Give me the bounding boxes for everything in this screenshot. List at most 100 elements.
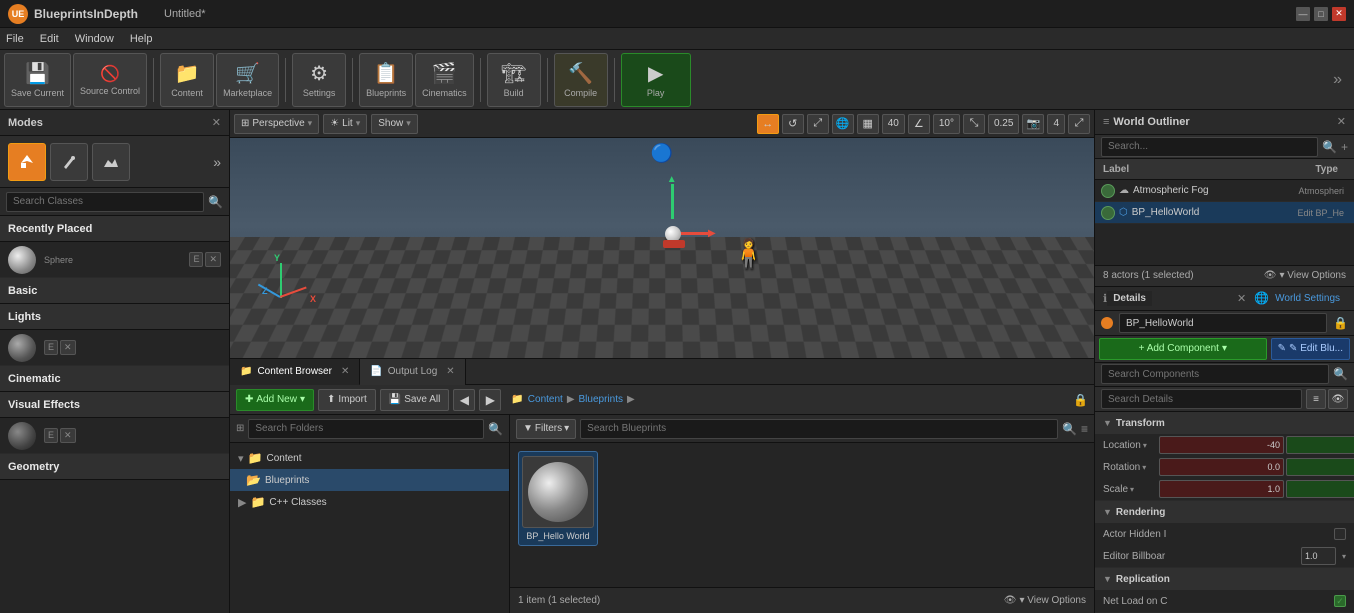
object-name-input[interactable] bbox=[1119, 313, 1327, 333]
breadcrumb-content[interactable]: Content bbox=[528, 394, 563, 405]
snap-angle-value[interactable]: 10° bbox=[933, 114, 960, 134]
build-button[interactable]: 🏗 Build bbox=[487, 53, 541, 107]
lights-item[interactable]: E ✕ bbox=[0, 330, 229, 366]
search-classes-input[interactable] bbox=[6, 192, 204, 212]
landscape-mode-icon[interactable] bbox=[92, 143, 130, 181]
content-button[interactable]: 📁 Content bbox=[160, 53, 214, 107]
menu-edit[interactable]: Edit bbox=[40, 33, 59, 45]
maximize-button[interactable]: □ bbox=[1314, 7, 1328, 21]
source-control-button[interactable]: 🚫 Source Control bbox=[73, 53, 147, 107]
editor-billboard-input[interactable] bbox=[1301, 547, 1336, 565]
menu-help[interactable]: Help bbox=[130, 33, 153, 45]
toolbar-more-button[interactable]: » bbox=[1333, 71, 1350, 89]
location-y-input[interactable] bbox=[1286, 436, 1354, 454]
rotation-x-input[interactable] bbox=[1159, 458, 1284, 476]
edit-blueprint-button[interactable]: ✎ ✎ Edit Blu... bbox=[1271, 338, 1350, 360]
paint-mode-icon[interactable] bbox=[50, 143, 88, 181]
snap-value[interactable]: 40 bbox=[882, 114, 905, 134]
assets-view-toggle[interactable]: ≡ bbox=[1081, 422, 1088, 436]
folder-content[interactable]: ▾ 📁 Content bbox=[230, 447, 509, 469]
content-browser-close-icon[interactable]: ✕ bbox=[341, 366, 349, 377]
cinematics-button[interactable]: 🎬 Cinematics bbox=[415, 53, 474, 107]
section-cinematic[interactable]: Cinematic bbox=[0, 366, 229, 392]
mannequin-actor[interactable]: 🧍 bbox=[731, 237, 766, 270]
section-recently-placed[interactable]: Recently Placed bbox=[0, 216, 229, 242]
add-component-button[interactable]: + Add Component ▾ bbox=[1099, 338, 1267, 360]
search-details-input[interactable] bbox=[1101, 389, 1302, 409]
visual-effects-item[interactable]: E ✕ bbox=[0, 418, 229, 454]
search-components-input[interactable] bbox=[1101, 364, 1329, 384]
modes-item-sphere[interactable]: Sphere E ✕ bbox=[0, 242, 229, 278]
outliner-item-atmospheric-fog[interactable]: ☁ Atmospheric Fog Atmospheri bbox=[1095, 180, 1354, 202]
vfx-eye-btn[interactable]: E bbox=[44, 428, 58, 443]
sphere-eye-btn[interactable]: E bbox=[189, 252, 203, 267]
transform-section-header[interactable]: ▼ Transform bbox=[1095, 412, 1354, 434]
details-list-view-button[interactable]: ≡ bbox=[1306, 389, 1326, 409]
actor-hidden-checkbox[interactable] bbox=[1334, 528, 1346, 540]
section-lights[interactable]: Lights bbox=[0, 304, 229, 330]
details-close-icon[interactable]: ✕ bbox=[1237, 292, 1246, 305]
add-new-button[interactable]: ✚ Add New ▾ bbox=[236, 389, 314, 411]
play-button[interactable]: ▶ Play bbox=[621, 53, 691, 107]
outliner-item-bp-hello-world[interactable]: ⬡ BP_HelloWorld Edit BP_He bbox=[1095, 202, 1354, 224]
details-lock-icon[interactable]: 🔒 bbox=[1333, 316, 1348, 330]
coord-space-toggle[interactable]: 🌐 bbox=[832, 114, 854, 134]
breadcrumb-blueprints[interactable]: Blueprints bbox=[579, 394, 623, 405]
section-basic[interactable]: Basic bbox=[0, 278, 229, 304]
search-blueprints-icon[interactable]: 🔍 bbox=[1062, 422, 1077, 436]
content-browser-lock-icon[interactable]: 🔒 bbox=[1073, 393, 1088, 407]
lights-eye-btn[interactable]: E bbox=[44, 340, 58, 355]
surface-snapping[interactable]: ▦ bbox=[857, 114, 879, 134]
compile-button[interactable]: 🔨 Compile bbox=[554, 53, 608, 107]
modes-more-button[interactable]: » bbox=[213, 154, 221, 170]
import-button[interactable]: ⬆ Import bbox=[318, 389, 376, 411]
world-settings-tab[interactable]: World Settings bbox=[1269, 291, 1346, 306]
perspective-button[interactable]: ⊞ Perspective ▾ bbox=[234, 114, 319, 134]
nav-back-button[interactable]: ◀ bbox=[453, 389, 475, 411]
close-button[interactable]: ✕ bbox=[1332, 7, 1346, 21]
search-folders-input[interactable] bbox=[248, 419, 484, 439]
outliner-add-icon[interactable]: + bbox=[1341, 140, 1348, 154]
outliner-search-input[interactable] bbox=[1101, 137, 1318, 157]
visibility-icon-bp[interactable] bbox=[1101, 206, 1115, 220]
scale-snap-value[interactable]: 0.25 bbox=[988, 114, 1019, 134]
scale-tool[interactable]: ⤢ bbox=[807, 114, 829, 134]
rotate-tool[interactable]: ↺ bbox=[782, 114, 804, 134]
rotation-y-input[interactable] bbox=[1286, 458, 1354, 476]
replication-section-header[interactable]: ▼ Replication bbox=[1095, 568, 1354, 590]
scale-y-input[interactable] bbox=[1286, 480, 1354, 498]
output-log-close-icon[interactable]: ✕ bbox=[446, 366, 454, 377]
translate-tool[interactable]: ↔ bbox=[757, 114, 779, 134]
place-mode-icon[interactable] bbox=[8, 143, 46, 181]
modes-close-icon[interactable]: ✕ bbox=[212, 116, 221, 129]
details-eye-button[interactable]: 👁 bbox=[1328, 389, 1348, 409]
world-outliner-close-icon[interactable]: ✕ bbox=[1337, 115, 1346, 128]
nav-forward-button[interactable]: ▶ bbox=[479, 389, 501, 411]
sphere-x-btn[interactable]: ✕ bbox=[205, 252, 221, 267]
scale-x-input[interactable] bbox=[1159, 480, 1284, 498]
tab-output-log[interactable]: 📄 Output Log ✕ bbox=[360, 359, 465, 385]
net-load-checkbox[interactable]: ✓ bbox=[1334, 595, 1346, 607]
view-options-button[interactable]: 👁 ▾ View Options bbox=[1004, 595, 1086, 606]
viewport[interactable]: ⊞ Perspective ▾ ☀ Lit ▾ Show ▾ ↔ ↺ ⤢ bbox=[230, 110, 1094, 358]
snap-angle-icon[interactable]: ∠ bbox=[908, 114, 930, 134]
minimize-button[interactable]: — bbox=[1296, 7, 1310, 21]
viewport-maximize[interactable]: ⤢ bbox=[1068, 114, 1090, 134]
menu-window[interactable]: Window bbox=[75, 33, 114, 45]
rendering-section-header[interactable]: ▼ Rendering bbox=[1095, 501, 1354, 523]
asset-bp-hello-world[interactable]: BP_Hello World bbox=[518, 451, 598, 546]
search-blueprints-input[interactable] bbox=[580, 419, 1058, 439]
save-all-button[interactable]: 💾 Save All bbox=[380, 389, 450, 411]
outliner-view-options-button[interactable]: 👁 ▾ View Options bbox=[1264, 270, 1346, 281]
vfx-x-btn[interactable]: ✕ bbox=[60, 428, 76, 443]
folder-cpp-classes[interactable]: ▶ 📁 C++ Classes bbox=[230, 491, 509, 513]
lights-x-btn[interactable]: ✕ bbox=[60, 340, 76, 355]
menu-file[interactable]: File bbox=[6, 33, 24, 45]
section-visual-effects[interactable]: Visual Effects bbox=[0, 392, 229, 418]
section-geometry[interactable]: Geometry bbox=[0, 454, 229, 480]
camera-speed-value[interactable]: 4 bbox=[1047, 114, 1065, 134]
camera-speed-icon[interactable]: 📷 bbox=[1022, 114, 1044, 134]
visibility-icon-atmospheric[interactable] bbox=[1101, 184, 1115, 198]
bp-hello-world-actor[interactable] bbox=[645, 214, 705, 274]
save-current-button[interactable]: 💾 Save Current bbox=[4, 53, 71, 107]
